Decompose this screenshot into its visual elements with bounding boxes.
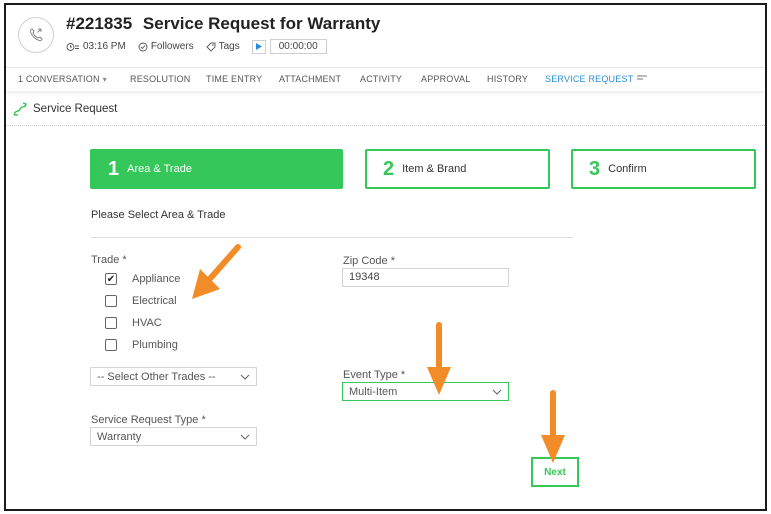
checkbox-label: HVAC [132, 317, 162, 329]
select-value: Multi-Item [349, 385, 398, 398]
chevron-down-icon [492, 389, 502, 395]
annotation-arrow-icon [541, 390, 565, 463]
step-number: 2 [383, 157, 395, 180]
tab-label: 1 CONVERSATION [18, 74, 100, 84]
service-request-type-select[interactable]: Warranty [90, 427, 257, 446]
trade-checkbox-electrical[interactable]: Electrical [105, 295, 177, 307]
other-trades-select[interactable]: -- Select Other Trades -- [90, 367, 257, 386]
trade-checkbox-hvac[interactable]: HVAC [105, 317, 162, 329]
timer-play-button[interactable] [251, 39, 266, 54]
step-item-brand[interactable]: 2 Item & Brand [365, 149, 550, 189]
section-title: Service Request [33, 103, 118, 115]
step-number: 3 [589, 157, 601, 180]
checkbox[interactable] [105, 317, 117, 329]
select-value: Warranty [97, 430, 142, 443]
ticket-number: #221835 [66, 14, 133, 33]
zip-code-input[interactable]: 19348 [342, 268, 509, 287]
trade-label: Trade * [91, 254, 127, 266]
followers-icon [138, 42, 148, 51]
tag-icon [205, 42, 216, 52]
form-heading: Please Select Area & Trade [91, 209, 226, 221]
tab-resolution[interactable]: RESOLUTION [130, 74, 191, 84]
ticket-time: 03:16 PM [83, 41, 126, 52]
divider [91, 237, 573, 238]
ticket-subject: Service Request for Warranty [142, 14, 381, 33]
select-value: -- Select Other Trades -- [97, 370, 216, 383]
tags-button[interactable]: Tags [205, 41, 240, 52]
trade-checkbox-appliance[interactable]: ✔ Appliance [105, 273, 180, 285]
event-type-label: Event Type * [343, 369, 406, 381]
chevron-down-icon [240, 374, 250, 380]
followers-button[interactable]: Followers [138, 41, 194, 52]
tab-service-request[interactable]: SERVICE REQUEST [545, 74, 633, 84]
zip-label: Zip Code * [343, 255, 395, 267]
annotation-arrow-icon [192, 244, 241, 299]
app-window: #221835 Service Request for Warranty 03:… [4, 3, 767, 511]
followers-label: Followers [150, 41, 194, 52]
step-label: Confirm [608, 163, 647, 175]
phone-icon [18, 17, 54, 53]
tags-label: Tags [218, 41, 240, 52]
tab-bar: 1 CONVERSATION ▾ RESOLUTION TIME ENTRY AT… [6, 67, 765, 91]
tab-attachment[interactable]: ATTACHMENT [279, 74, 341, 84]
chevron-down-icon [240, 434, 250, 440]
checkbox-label: Electrical [132, 295, 177, 307]
section-header: Service Request [12, 101, 117, 117]
checkbox-label: Appliance [132, 273, 181, 285]
step-label: Item & Brand [402, 163, 467, 175]
trade-checkbox-plumbing[interactable]: Plumbing [105, 339, 178, 351]
tab-time-entry[interactable]: TIME ENTRY [206, 74, 262, 84]
service-request-type-label: Service Request Type * [91, 414, 206, 426]
ticket-meta: 03:16 PM Followers Tags 00:00:00 [66, 39, 327, 54]
ticket-title: #221835 Service Request for Warranty [66, 14, 380, 34]
tab-conversation[interactable]: 1 CONVERSATION ▾ [18, 74, 107, 84]
checkmark-icon[interactable]: ✔ [105, 273, 117, 285]
checkbox[interactable] [105, 295, 117, 307]
tab-activity[interactable]: ACTIVITY [360, 74, 402, 84]
timer-display: 00:00:00 [269, 39, 327, 54]
divider [6, 125, 765, 126]
time-item: 03:16 PM [66, 41, 126, 52]
step-area-trade[interactable]: 1 Area & Trade [90, 149, 343, 189]
step-confirm[interactable]: 3 Confirm [571, 149, 756, 189]
clock-icon [66, 42, 79, 51]
menu-icon[interactable] [637, 73, 647, 83]
tab-approval[interactable]: APPROVAL [421, 74, 470, 84]
annotation-arrow-icon [427, 322, 451, 395]
chevron-down-icon: ▾ [102, 75, 107, 84]
step-label: Area & Trade [127, 163, 192, 175]
play-icon [255, 43, 262, 50]
checkbox[interactable] [105, 339, 117, 351]
service-request-icon [13, 102, 27, 116]
checkbox-label: Plumbing [132, 339, 178, 351]
tab-history[interactable]: HISTORY [487, 74, 528, 84]
step-number: 1 [108, 157, 120, 180]
